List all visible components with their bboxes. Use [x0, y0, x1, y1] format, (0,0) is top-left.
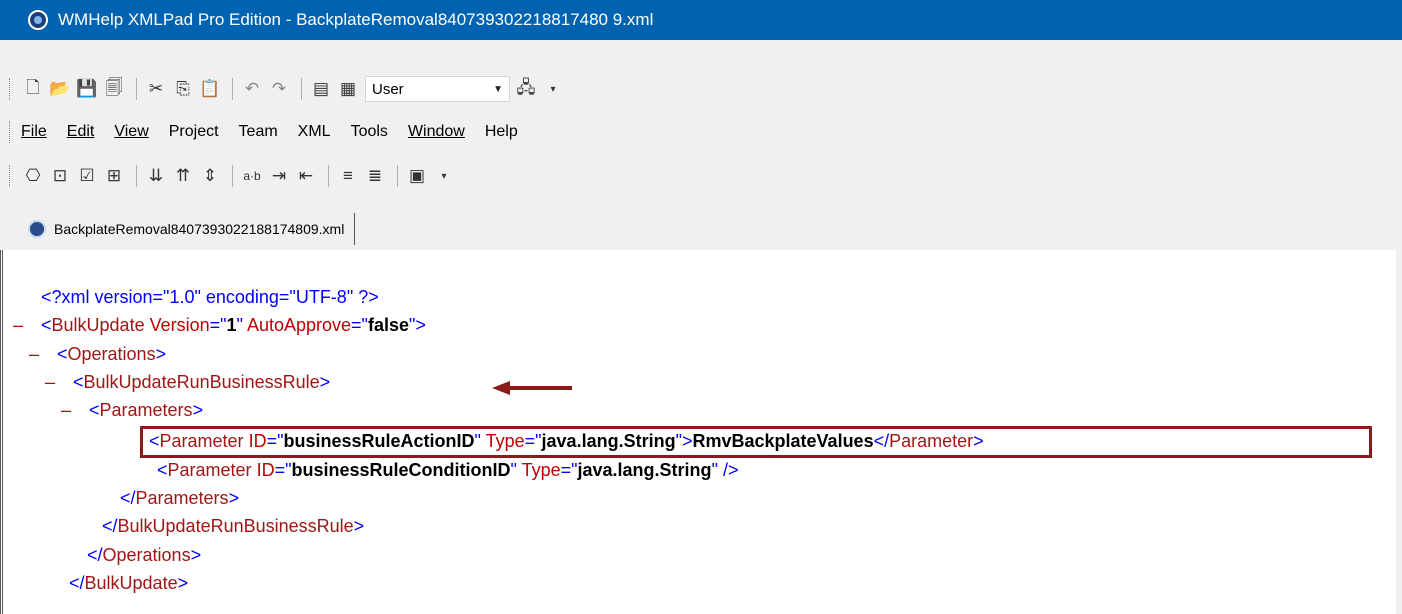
attr-name: ID — [256, 460, 275, 480]
copy-icon[interactable]: ⎘ — [171, 77, 195, 101]
bulkupdate-open: <BulkUpdate Version="1" AutoApprove="fal… — [41, 315, 426, 335]
toolbar-separator — [232, 78, 233, 100]
toolbar-separator — [136, 165, 137, 187]
toolbar-separator — [328, 165, 329, 187]
toolbar-overflow-icon[interactable]: ▾ — [541, 77, 565, 101]
attr-name: AutoApprove — [246, 315, 352, 335]
menu-view-label: View — [114, 123, 149, 140]
parameters-open: <Parameters> — [89, 400, 204, 420]
menu-edit-label: Edit — [66, 123, 95, 140]
tab-label: BackplateRemoval8407393022188174809.xml — [54, 221, 345, 237]
image-icon[interactable]: ▣ — [405, 164, 429, 188]
attr-name: Version — [149, 315, 210, 335]
document-tabs: BackplateRemoval8407393022188174809.xml — [0, 208, 1402, 250]
view-icon[interactable]: ▤ — [309, 77, 333, 101]
tab-document[interactable]: BackplateRemoval8407393022188174809.xml — [28, 213, 356, 245]
check-icon[interactable]: ☑ — [75, 164, 99, 188]
replace-icon[interactable]: a·b — [240, 164, 264, 188]
toolbar-grip[interactable] — [9, 165, 13, 187]
collapse-toggle[interactable]: – — [29, 340, 39, 368]
operations-open: <Operations> — [57, 344, 167, 364]
well-formed-icon[interactable]: ⊡ — [48, 164, 72, 188]
save-icon[interactable]: 💾 — [75, 77, 99, 101]
indent-icon[interactable]: ⇥ — [267, 164, 291, 188]
menu-window-label: Window — [407, 123, 465, 140]
app-icon — [28, 10, 48, 30]
open-folder-icon[interactable]: 📂 — [48, 77, 72, 101]
validate-icon[interactable]: ⎔ — [21, 164, 45, 188]
chevron-down-icon[interactable]: ▼ — [493, 84, 503, 95]
network-icon[interactable]: 🖧 — [514, 77, 538, 101]
user-combo[interactable]: User ▼ — [365, 76, 510, 102]
menu-file-label: File — [21, 123, 47, 140]
runrule-open: <BulkUpdateRunBusinessRule> — [73, 372, 331, 392]
editor-right-border — [1396, 250, 1402, 614]
menu-window[interactable]: Window — [408, 123, 465, 141]
expand-icon[interactable]: ⇕ — [198, 164, 222, 188]
tag-name: BulkUpdateRunBusinessRule — [117, 516, 354, 536]
menu-file[interactable]: File — [21, 123, 47, 141]
tag-name: Operations — [102, 545, 191, 565]
attr-value: false — [367, 315, 409, 335]
toolbar-overflow-icon[interactable]: ▾ — [432, 164, 456, 188]
parameters-close: </Parameters> — [120, 488, 240, 508]
schema-icon[interactable]: ⊞ — [102, 164, 126, 188]
menu-view[interactable]: View — [114, 123, 148, 141]
decl-text: <?xml version="1.0" encoding="UTF-8" ?> — [41, 287, 379, 307]
menu-grip[interactable] — [9, 121, 13, 143]
operations-close: </Operations> — [87, 545, 202, 565]
unformat-icon[interactable]: ≣ — [363, 164, 387, 188]
toolbar-grip[interactable] — [9, 78, 13, 100]
menu-edit[interactable]: Edit — [67, 123, 95, 141]
menu-help[interactable]: Help — [485, 123, 518, 141]
toolbar-separator — [232, 165, 233, 187]
outdent-icon[interactable]: ⇤ — [294, 164, 318, 188]
menu-tools[interactable]: Tools — [351, 123, 388, 141]
tag-name: Parameters — [99, 400, 193, 420]
xml-declaration: <?xml version="1.0" encoding="UTF-8" ?> — [41, 283, 379, 311]
left-arrow-icon — [492, 381, 572, 395]
menu-team[interactable]: Team — [239, 123, 278, 141]
collapse-toggle[interactable]: – — [45, 368, 55, 396]
format-icon[interactable]: ≡ — [336, 164, 360, 188]
collapse-toggle[interactable]: – — [61, 396, 71, 424]
toolbar-separator — [136, 78, 137, 100]
bulkupdate-close: </BulkUpdate> — [69, 573, 189, 593]
runrule-close: </BulkUpdateRunBusinessRule> — [102, 516, 365, 536]
xml-editor[interactable]: <?xml version="1.0" encoding="UTF-8" ?> … — [0, 250, 1402, 614]
tag-name: Parameters — [135, 488, 229, 508]
toolbar-separator — [397, 165, 398, 187]
menu-bar: File Edit View Project Team XML Tools Wi… — [0, 114, 1402, 150]
toolbar-separator — [301, 78, 302, 100]
tag-name: Operations — [67, 344, 156, 364]
collapse-toggle[interactable]: – — [13, 311, 23, 339]
xml-document-icon — [28, 220, 46, 238]
new-file-icon[interactable]: 🗋 — [21, 77, 45, 101]
window-title: WMHelp XMLPad Pro Edition - BackplateRem… — [58, 10, 654, 29]
parameter-line-2: <Parameter ID="businessRuleConditionID" … — [157, 460, 739, 480]
tag-name: Parameter — [167, 460, 252, 480]
redo-icon[interactable]: ↷ — [267, 77, 291, 101]
attr-value: businessRuleConditionID — [291, 460, 511, 480]
user-combo-value: User — [372, 80, 404, 98]
save-all-icon[interactable]: 🗐 — [102, 77, 126, 101]
standard-toolbar: 🗋 📂 💾 🗐 ✂ ⎘ 📋 ↶ ↷ ▤ ▦ User ▼ 🖧 ▾ — [0, 71, 1402, 107]
attr-name: Type — [521, 460, 561, 480]
tag-name: BulkUpdateRunBusinessRule — [83, 372, 320, 392]
move-top-icon[interactable]: ⇈ — [171, 164, 195, 188]
menu-project[interactable]: Project — [169, 123, 219, 141]
cut-icon[interactable]: ✂ — [144, 77, 168, 101]
attr-value: java.lang.String — [577, 460, 712, 480]
tag-name: BulkUpdate — [51, 315, 145, 335]
highlight-box — [140, 426, 1372, 458]
tag-name: BulkUpdate — [84, 573, 178, 593]
title-bar: WMHelp XMLPad Pro Edition - BackplateRem… — [0, 0, 1402, 40]
paste-icon[interactable]: 📋 — [198, 77, 222, 101]
undo-icon[interactable]: ↶ — [240, 77, 264, 101]
preview-icon[interactable]: ▦ — [336, 77, 360, 101]
xml-toolbar: ⎔ ⊡ ☑ ⊞ ⇊ ⇈ ⇕ a·b ⇥ ⇤ ≡ ≣ ▣ ▾ — [0, 158, 1402, 194]
menu-xml[interactable]: XML — [298, 123, 331, 141]
attr-value: 1 — [226, 315, 237, 335]
sort-icon[interactable]: ⇊ — [144, 164, 168, 188]
